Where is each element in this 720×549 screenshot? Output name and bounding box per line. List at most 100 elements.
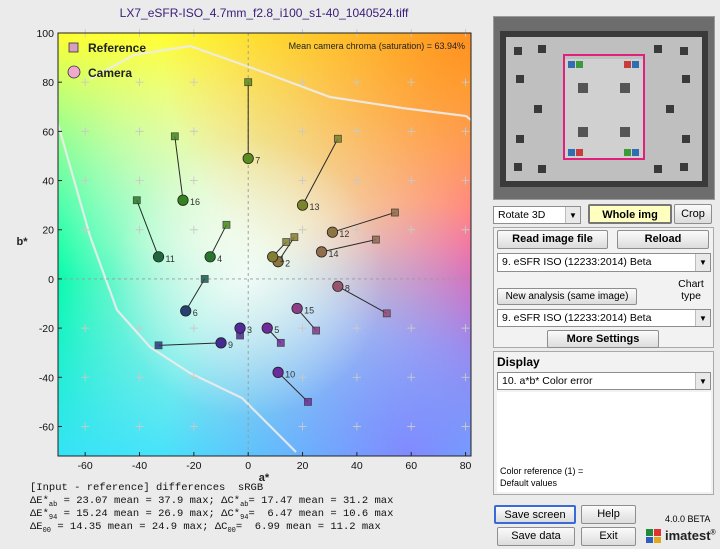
patch-label: 13 [310, 202, 320, 212]
patch-label: 11 [166, 254, 175, 264]
x-tick-label: 80 [460, 460, 472, 472]
camera-point [242, 152, 254, 165]
save-screen-button[interactable]: Save screen [494, 505, 576, 524]
y-tick-label: 0 [48, 274, 54, 286]
color-background [58, 33, 471, 456]
stats-right-sym: ΔC [208, 521, 228, 533]
patch-label: 16 [190, 197, 200, 207]
y-tick-label: -60 [39, 421, 54, 433]
reference-point [154, 341, 163, 350]
display-select-value: 10. a*b* Color error [502, 375, 593, 387]
camera-point [291, 302, 303, 315]
reference-point [391, 208, 399, 217]
patch-label: 6 [193, 308, 198, 318]
camera-point [296, 199, 309, 211]
chevron-down-icon[interactable]: ▼ [695, 254, 710, 271]
stats-row: ΔE*94 = 15.24 mean = 26.9 max; ΔC*94= 6.… [30, 508, 393, 522]
y-tick-label: 80 [42, 77, 54, 89]
y-tick-label: -20 [39, 323, 54, 335]
rotate-select[interactable]: Rotate 3D ▼ [493, 206, 581, 224]
y-tick-label: 40 [42, 176, 54, 188]
legend-camera-label: Camera [88, 66, 132, 80]
reference-point [282, 238, 291, 246]
new-analysis-button[interactable]: New analysis (same image) [497, 288, 637, 305]
x-tick-label: -20 [186, 460, 201, 472]
camera-point [261, 322, 273, 334]
reference-point [304, 397, 312, 406]
patch-label: 9 [228, 340, 233, 350]
chevron-down-icon[interactable]: ▼ [695, 373, 710, 389]
reference-point [200, 275, 209, 283]
brand-label: imatest® [665, 528, 716, 543]
reference-point [290, 233, 299, 242]
eSFR-chart-thumbnail [494, 17, 714, 199]
display-select[interactable]: 10. a*b* Color error ▼ [497, 372, 711, 390]
camera-point [332, 280, 344, 292]
stats-right-val: = 17.47 mean = 31.2 max [248, 495, 394, 507]
y-tick-label: 100 [36, 28, 54, 40]
stats-left-val: = 14.35 mean = 24.9 max; [51, 521, 209, 533]
stats-right-sub: 00 [227, 527, 236, 536]
stats-row: ΔE00 = 14.35 mean = 24.9 max; ΔC00= 6.99… [30, 521, 381, 535]
reference-point [333, 134, 342, 143]
crop-button[interactable]: Crop [674, 204, 712, 224]
image-thumbnail[interactable] [493, 16, 715, 200]
reload-button[interactable]: Reload [617, 230, 709, 249]
x-tick-label: 0 [245, 460, 251, 472]
stats-right-val: = 6.47 mean = 10.6 max [248, 508, 394, 520]
legend-camera-marker [67, 65, 81, 79]
reference-point [244, 78, 253, 87]
y-tick-label: -40 [39, 372, 54, 384]
chroma-subtitle: Mean camera chroma (saturation) = 63.94% [289, 41, 465, 51]
stats-right-sym: ΔC* [214, 508, 241, 520]
x-tick-label: 40 [351, 460, 363, 472]
chart-type-label: Chart type [678, 278, 704, 302]
camera-point [152, 251, 165, 263]
patch-label: 5 [274, 325, 279, 335]
brand-mark: ® [710, 529, 716, 537]
x-tick-label: 60 [405, 460, 417, 472]
stats-left-val: = 15.24 mean = 26.9 max; [57, 508, 215, 520]
legend-reference-label: Reference [88, 41, 146, 55]
chart-type-select[interactable]: 9. eSFR ISO (12233:2014) Beta ▼ [497, 309, 711, 327]
chevron-down-icon[interactable]: ▼ [695, 310, 710, 326]
help-button[interactable]: Help [581, 505, 636, 524]
camera-point [267, 251, 279, 263]
reference-point [132, 196, 141, 205]
read-image-file-button[interactable]: Read image file [497, 230, 608, 249]
color-reference-line2: Default values [500, 478, 558, 488]
stats-left-sym: ΔE* [30, 508, 49, 520]
imatest-logo-icon [645, 528, 663, 544]
reference-point [382, 309, 391, 318]
patch-label: 4 [217, 254, 222, 264]
camera-point [215, 337, 227, 349]
image-select[interactable]: 9. eSFR ISO (12233:2014) Beta ▼ [497, 253, 711, 272]
image-select-value: 9. eSFR ISO (12233:2014) Beta [502, 256, 652, 268]
stats-left-val: = 23.07 mean = 37.9 max; [57, 495, 215, 507]
patch-label: 1 [280, 254, 285, 264]
stats-left-sym: ΔE* [30, 495, 49, 507]
exit-button[interactable]: Exit [581, 527, 636, 546]
stats-right-sym: ΔC* [214, 495, 241, 507]
reference-point [372, 235, 380, 244]
camera-point [204, 251, 216, 263]
chevron-down-icon[interactable]: ▼ [565, 207, 580, 223]
rotate-select-value: Rotate 3D [498, 209, 546, 221]
display-label: Display [497, 355, 540, 369]
stats-right-val: = 6.99 mean = 11.2 max [235, 521, 381, 533]
version-label: 4.0.0 BETA [665, 514, 711, 524]
whole-img-button[interactable]: Whole img [588, 204, 672, 224]
reference-point [170, 132, 179, 141]
y-tick-label: 20 [42, 225, 54, 237]
patch-label: 12 [339, 229, 349, 239]
save-data-button[interactable]: Save data [497, 527, 575, 546]
y-tick-label: 60 [42, 126, 54, 138]
patch-label: 10 [285, 369, 295, 379]
display-info-area [497, 392, 711, 492]
more-settings-button[interactable]: More Settings [547, 330, 659, 348]
camera-point [315, 246, 328, 258]
stats-left-sub: 00 [42, 527, 52, 536]
reference-point [276, 338, 285, 347]
camera-point [326, 226, 339, 238]
reference-point [312, 326, 321, 335]
